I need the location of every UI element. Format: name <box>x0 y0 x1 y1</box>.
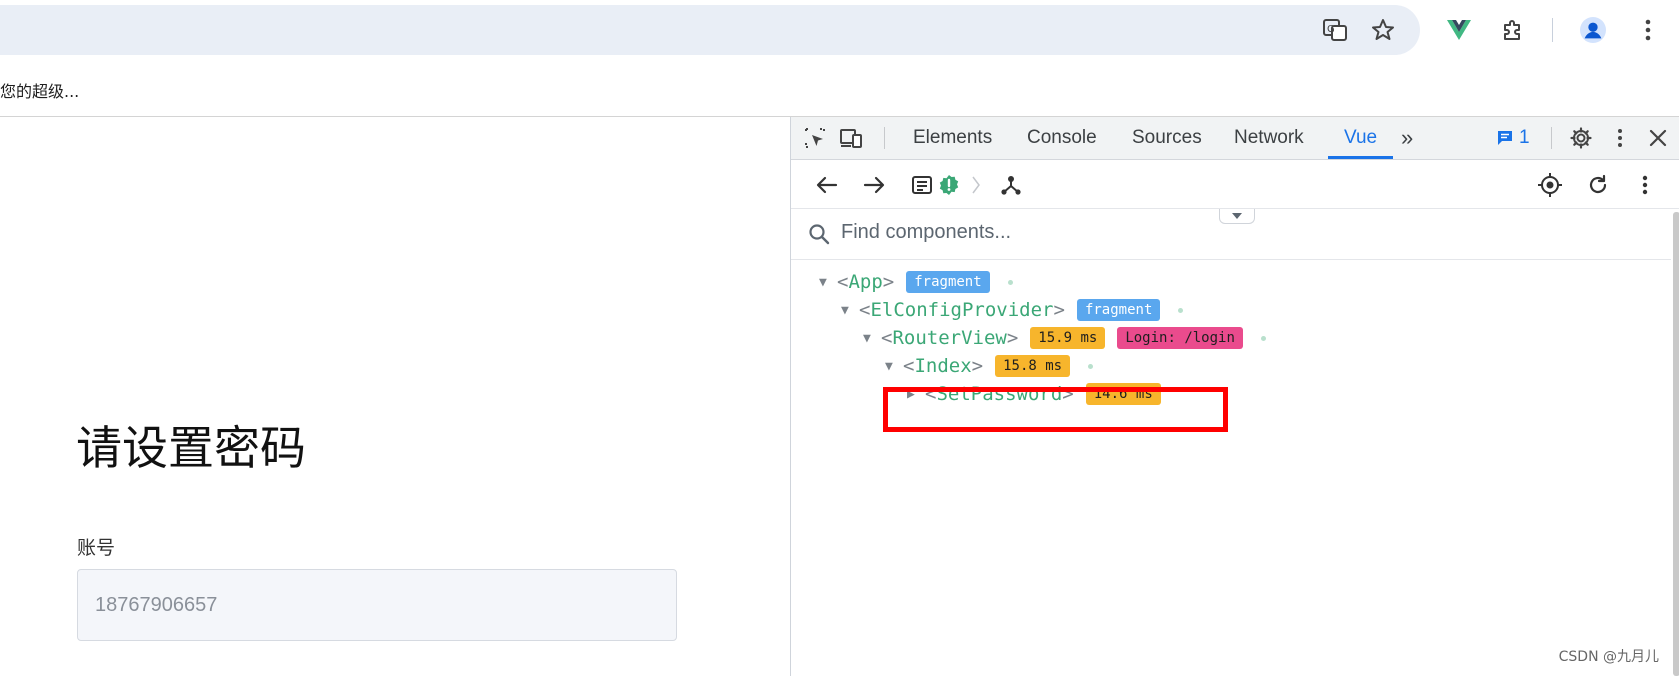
expand-arrow-icon[interactable]: ▼ <box>863 331 881 346</box>
component-tree-icon[interactable] <box>998 172 1024 198</box>
browser-toolbar: G <box>0 0 1679 58</box>
expand-arrow-icon[interactable]: ▼ <box>819 275 837 290</box>
extensions-puzzle-icon[interactable] <box>1500 17 1526 43</box>
tabbar-divider <box>884 127 885 149</box>
collapse-toggle[interactable] <box>1219 209 1255 224</box>
devtools-scrollbar[interactable] <box>1673 212 1679 676</box>
component-name: App <box>848 271 883 293</box>
issues-count[interactable]: 1 <box>1519 117 1530 159</box>
bookmarks-bar: 您的超级... <box>0 58 1679 117</box>
tree-node-app[interactable]: ▼ < App > fragment <box>819 267 1013 297</box>
tree-node-elconfigprovider[interactable]: ▼ < ElConfigProvider > fragment <box>841 295 1184 325</box>
address-bar[interactable] <box>0 5 1420 55</box>
component-name: ElConfigProvider <box>870 299 1054 321</box>
page-title: 请设置密码 <box>76 421 306 475</box>
bookmark-star-icon[interactable] <box>1370 17 1396 43</box>
svg-text:G: G <box>1327 24 1335 35</box>
toolbar-separator <box>1552 18 1553 42</box>
status-dot <box>1088 363 1094 369</box>
watermark: CSDN @九月儿 <box>1558 649 1659 665</box>
account-value: 18767906657 <box>95 593 218 616</box>
fragment-badge: fragment <box>906 271 990 293</box>
translate-icon[interactable]: G <box>1322 17 1348 43</box>
annotation-highlight-box <box>883 387 1228 432</box>
account-input[interactable]: 18767906657 <box>77 569 677 641</box>
component-name: Index <box>914 355 972 377</box>
tab-sources[interactable]: Sources <box>1132 117 1202 159</box>
vue-toolbar-menu-icon[interactable] <box>1632 172 1658 198</box>
device-toolbar-icon[interactable] <box>839 126 863 150</box>
bookmark-item[interactable]: 您的超级... <box>0 78 79 102</box>
vue-devtools-extension-icon[interactable] <box>1446 17 1472 43</box>
breadcrumb-chevron-icon <box>963 172 989 198</box>
issues-message-icon[interactable] <box>1493 126 1517 150</box>
fragment-badge: fragment <box>1076 299 1161 321</box>
tabbar-divider-2 <box>1551 127 1552 149</box>
component-name: RouterView <box>892 327 1007 349</box>
tab-elements[interactable]: Elements <box>913 117 992 159</box>
forward-arrow-icon[interactable] <box>861 172 887 198</box>
devtools-tabbar: Elements Console Sources Network Vue » 1 <box>791 117 1679 160</box>
route-badge: Login: /login <box>1117 327 1243 349</box>
tab-console[interactable]: Console <box>1027 117 1097 159</box>
settings-gear-icon[interactable] <box>1569 126 1593 150</box>
chevron-down-icon <box>1232 213 1242 219</box>
back-arrow-icon[interactable] <box>814 172 840 198</box>
search-icon <box>808 223 830 250</box>
tab-network[interactable]: Network <box>1234 117 1304 159</box>
render-time-badge: 15.8 ms <box>995 355 1071 377</box>
status-dot <box>1178 307 1184 313</box>
tree-node-routerview[interactable]: ▼ < RouterView > 15.9 ms Login: /login <box>863 323 1266 353</box>
select-component-target-icon[interactable] <box>1537 172 1563 198</box>
tab-vue[interactable]: Vue <box>1327 117 1394 159</box>
inspect-element-icon[interactable] <box>803 126 827 150</box>
vue-devtools-toolbar <box>791 160 1679 209</box>
refresh-icon[interactable] <box>1585 172 1611 198</box>
vue-app-status-icon[interactable] <box>936 172 962 198</box>
tree-node-index[interactable]: ▼ < Index > 15.8 ms <box>885 351 1094 381</box>
close-devtools-icon[interactable] <box>1646 126 1670 150</box>
profile-avatar-icon[interactable] <box>1580 17 1606 43</box>
browser-menu-icon[interactable] <box>1635 17 1661 43</box>
web-page: 请设置密码 账号 18767906657 <box>0 117 790 676</box>
more-tabs-button[interactable]: » <box>1401 117 1413 159</box>
component-search-input[interactable]: Find components... <box>841 221 1011 244</box>
status-dot <box>1260 335 1266 341</box>
expand-arrow-icon[interactable]: ▼ <box>841 303 859 318</box>
devtools-menu-icon[interactable] <box>1608 126 1632 150</box>
account-label: 账号 <box>77 537 116 559</box>
render-time-badge: 15.9 ms <box>1030 327 1106 349</box>
status-dot <box>1007 279 1013 285</box>
expand-arrow-icon[interactable]: ▼ <box>885 359 903 374</box>
app-selector-icon[interactable] <box>909 172 935 198</box>
